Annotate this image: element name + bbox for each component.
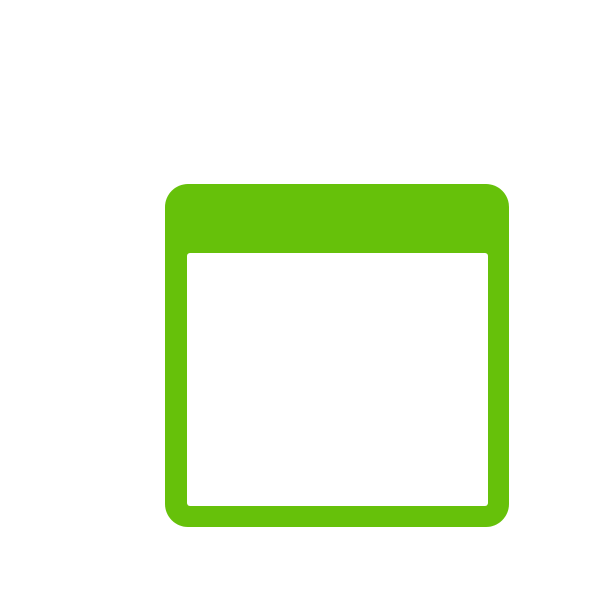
icon-canvas [0, 0, 597, 598]
window-icon [165, 184, 509, 527]
window-content-area [187, 253, 488, 506]
